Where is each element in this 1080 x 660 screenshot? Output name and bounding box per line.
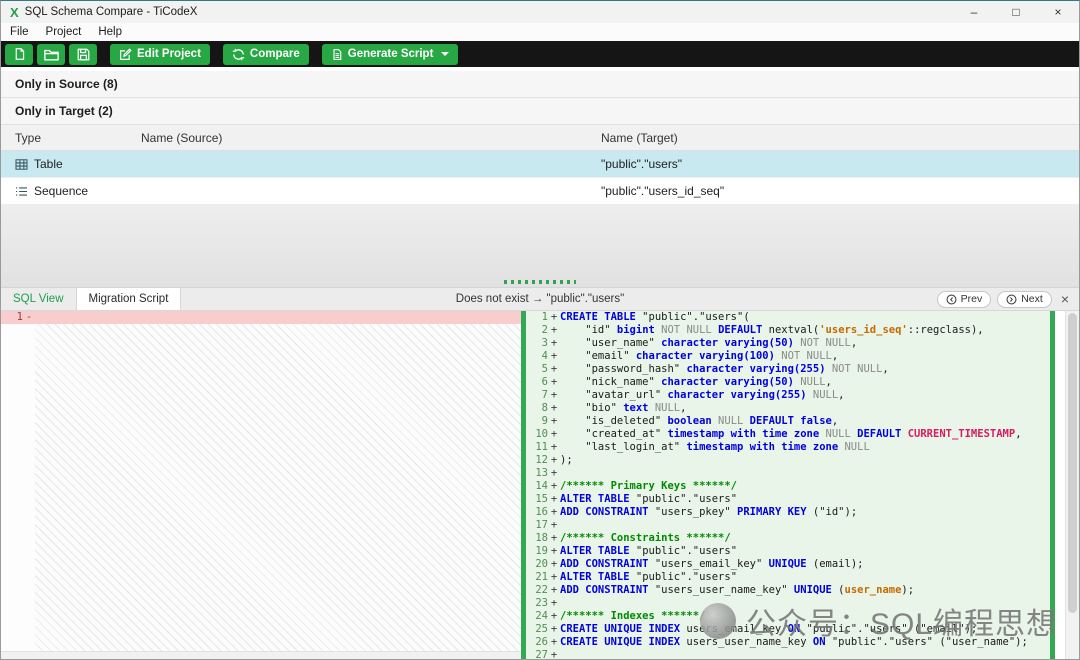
- watermark: 公众号：SQL编程思想: [700, 599, 1057, 643]
- new-file-icon: [13, 47, 26, 61]
- compare-label: Compare: [250, 48, 300, 60]
- menu-help[interactable]: Help: [98, 26, 122, 38]
- code-line: 13+: [526, 467, 1050, 480]
- code-line: 18+/****** Constraints ******/: [526, 532, 1050, 545]
- sequence-icon: [15, 186, 28, 197]
- code-line: 7+ "avatar_url" character varying(255) N…: [526, 389, 1050, 402]
- prev-label: Prev: [961, 293, 983, 305]
- app-logo-icon: X: [10, 5, 19, 20]
- left-empty-hatch: [35, 324, 521, 651]
- code-line: 15+ALTER TABLE "public"."users": [526, 493, 1050, 506]
- open-folder-icon: [44, 48, 59, 61]
- titlebar: X SQL Schema Compare - TiCodeX – □ ×: [1, 1, 1079, 23]
- code-line: 14+/****** Primary Keys ******/: [526, 480, 1050, 493]
- diff-left-pane[interactable]: 1-: [1, 311, 521, 659]
- section-only-in-target[interactable]: Only in Target (2): [1, 98, 1079, 125]
- code-line: 6+ "nick_name" character varying(50) NUL…: [526, 376, 1050, 389]
- close-button[interactable]: ×: [1037, 1, 1079, 23]
- type-cell: Table: [1, 157, 127, 171]
- code-line: 8+ "bio" text NULL,: [526, 402, 1050, 415]
- code-line: 20+ADD CONSTRAINT "users_email_key" UNIQ…: [526, 558, 1050, 571]
- table-row[interactable]: Table "public"."users": [1, 151, 1079, 178]
- prev-button[interactable]: Prev: [937, 291, 992, 308]
- script-file-icon: [331, 48, 343, 61]
- code-line: 21+ALTER TABLE "public"."users": [526, 571, 1050, 584]
- compare-button[interactable]: Compare: [223, 44, 309, 65]
- panel-spacer: [1, 205, 1079, 287]
- app-window: X SQL Schema Compare - TiCodeX – □ × Fil…: [0, 0, 1080, 660]
- code-line: 16+ADD CONSTRAINT "users_pkey" PRIMARY K…: [526, 506, 1050, 519]
- section-only-in-target-label: Only in Target (2): [15, 104, 113, 118]
- watermark-logo-icon: [700, 603, 736, 639]
- left-horizontal-scrollbar[interactable]: [1, 651, 521, 659]
- menubar: File Project Help: [1, 23, 1079, 41]
- prev-circle-arrow-icon: [946, 294, 957, 305]
- code-line: 1-: [1, 311, 521, 324]
- code-line: 9+ "is_deleted" boolean NULL DEFAULT fal…: [526, 415, 1050, 428]
- code-line: 27+: [526, 649, 1050, 659]
- code-line: 17+: [526, 519, 1050, 532]
- compare-refresh-icon: [232, 48, 245, 61]
- section-only-in-source-label: Only in Source (8): [15, 77, 118, 91]
- save-project-button[interactable]: [69, 44, 97, 65]
- splitter-handle[interactable]: [504, 280, 576, 284]
- next-button[interactable]: Next: [997, 291, 1052, 308]
- row-type-label: Table: [34, 157, 63, 171]
- tab-sql-view-label: SQL View: [13, 293, 64, 305]
- diff-tabbar: SQL View Migration Script Does not exist…: [1, 287, 1079, 311]
- vertical-scrollbar[interactable]: [1065, 311, 1079, 659]
- name-target-cell: "public"."users_id_seq": [587, 184, 1079, 198]
- edit-project-button[interactable]: Edit Project: [110, 44, 210, 65]
- next-circle-arrow-icon: [1006, 294, 1017, 305]
- generate-script-button[interactable]: Generate Script: [322, 44, 459, 65]
- grid-header: Type Name (Source) Name (Target): [1, 125, 1079, 151]
- tab-migration-script[interactable]: Migration Script: [77, 288, 182, 310]
- scrollbar-thumb[interactable]: [1068, 313, 1077, 613]
- code-line: 2+ "id" bigint NOT NULL DEFAULT nextval(…: [526, 324, 1050, 337]
- window-title: SQL Schema Compare - TiCodeX: [25, 6, 198, 18]
- table-icon: [15, 159, 28, 170]
- edit-pencil-icon: [119, 48, 132, 61]
- code-line: 22+ADD CONSTRAINT "users_user_name_key" …: [526, 584, 1050, 597]
- menu-file[interactable]: File: [10, 26, 29, 38]
- new-project-button[interactable]: [5, 44, 33, 65]
- maximize-button[interactable]: □: [995, 1, 1037, 23]
- open-project-button[interactable]: [37, 44, 65, 65]
- window-controls: – □ ×: [953, 1, 1079, 23]
- code-line: 11+ "last_login_at" timestamp with time …: [526, 441, 1050, 454]
- toolbar: Edit Project Compare Generate Script: [1, 41, 1079, 67]
- watermark-text: 公众号：SQL编程思想: [746, 599, 1057, 643]
- edit-project-label: Edit Project: [137, 48, 201, 60]
- row-type-label: Sequence: [34, 184, 88, 198]
- section-only-in-source[interactable]: Only in Source (8): [1, 71, 1079, 98]
- generate-script-label: Generate Script: [348, 48, 434, 60]
- diff-close-icon[interactable]: ×: [1058, 291, 1072, 307]
- code-line: 10+ "created_at" timestamp with time zon…: [526, 428, 1050, 441]
- diff-actions: Prev Next ×: [937, 288, 1079, 310]
- code-line: 3+ "user_name" character varying(50) NOT…: [526, 337, 1050, 350]
- type-cell: Sequence: [1, 184, 127, 198]
- column-name-source: Name (Source): [127, 131, 587, 145]
- tab-migration-script-label: Migration Script: [89, 293, 169, 305]
- code-line: 19+ALTER TABLE "public"."users": [526, 545, 1050, 558]
- menu-project[interactable]: Project: [46, 26, 82, 38]
- diff-left-lines: 1-: [1, 311, 521, 324]
- code-line: 4+ "email" character varying(100) NOT NU…: [526, 350, 1050, 363]
- code-line: 5+ "password_hash" character varying(255…: [526, 363, 1050, 376]
- save-icon: [77, 48, 90, 61]
- chevron-down-icon: [441, 52, 449, 56]
- name-target-cell: "public"."users": [587, 157, 1079, 171]
- column-type: Type: [1, 131, 127, 145]
- tab-sql-view[interactable]: SQL View: [1, 288, 77, 310]
- column-name-target: Name (Target): [587, 131, 1079, 145]
- table-row[interactable]: Sequence "public"."users_id_seq": [1, 178, 1079, 205]
- code-line: 12+);: [526, 454, 1050, 467]
- code-line: 1+CREATE TABLE "public"."users"(: [526, 311, 1050, 324]
- minimize-button[interactable]: –: [953, 1, 995, 23]
- next-label: Next: [1021, 293, 1043, 305]
